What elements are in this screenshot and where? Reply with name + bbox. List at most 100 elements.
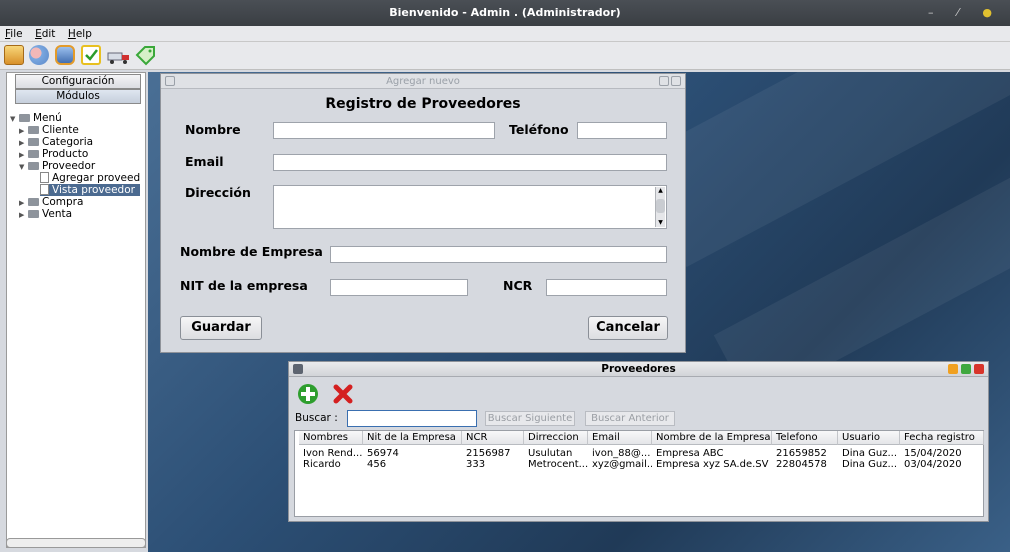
tree-item-venta[interactable]: ▶ Venta xyxy=(19,208,72,220)
database-icon[interactable] xyxy=(55,45,75,65)
table-cell: 03/04/2020 xyxy=(904,459,962,470)
tree-root-label: Menú xyxy=(33,112,62,124)
users-icon[interactable] xyxy=(29,45,49,65)
table-cell: 2156987 xyxy=(466,448,511,459)
expand-icon[interactable]: ▼ xyxy=(10,113,19,125)
horizontal-scrollbar[interactable] xyxy=(6,538,146,548)
window-controls[interactable]: – ⁄ ● xyxy=(928,0,1002,26)
table-cell: Empresa xyz SA.de.SV xyxy=(656,459,769,470)
tree-item-label: Vista proveedor xyxy=(52,184,135,196)
table-cell: Ricardo xyxy=(303,459,341,470)
minimize-icon[interactable] xyxy=(659,76,669,86)
scroll-thumb[interactable] xyxy=(656,199,665,213)
box-icon[interactable] xyxy=(4,45,24,65)
window-menu-icon[interactable] xyxy=(293,364,303,374)
folder-icon xyxy=(28,162,39,170)
tree-item-label: Producto xyxy=(42,148,89,160)
tab-modulos[interactable]: Módulos xyxy=(15,89,141,104)
empresa-label: Nombre de Empresa xyxy=(180,244,323,259)
window-title: Agregar nuevo xyxy=(386,76,460,87)
table-cell: 15/04/2020 xyxy=(904,448,962,459)
main-toolbar xyxy=(0,42,1010,70)
tree-root[interactable]: ▼ Menú xyxy=(10,112,62,124)
tree-item-label: Cliente xyxy=(42,124,79,136)
vertical-scrollbar[interactable]: ▲ ▼ xyxy=(655,187,665,227)
search-input[interactable] xyxy=(347,410,477,427)
suppliers-window: Proveedores Buscar : Buscar Siguiente Bu… xyxy=(288,361,989,522)
table-cell: 22804578 xyxy=(776,459,827,470)
table-cell: 333 xyxy=(466,459,486,470)
tree-item-compra[interactable]: ▶ Compra xyxy=(19,196,83,208)
minimize-icon[interactable] xyxy=(948,364,958,374)
menu-bar: File Edit Help xyxy=(0,26,1010,42)
column-header[interactable]: Fecha registro xyxy=(900,431,984,445)
window-menu-icon[interactable] xyxy=(165,76,175,86)
suppliers-table[interactable]: Nombres Nit de la Empresa NCR Dirreccion… xyxy=(294,430,984,517)
table-cell: Empresa ABC xyxy=(656,448,724,459)
tree-item-vista-proveedor[interactable]: Vista proveedor xyxy=(40,184,140,196)
search-next-button[interactable]: Buscar Siguiente xyxy=(485,411,575,426)
table-cell: Metrocent... xyxy=(528,459,588,470)
column-header[interactable]: Nit de la Empresa xyxy=(363,431,462,445)
window-title-bar: Agregar nuevo xyxy=(161,74,685,89)
tree-item-label: Categoria xyxy=(42,136,94,148)
tree-item-cliente[interactable]: ▶ Cliente xyxy=(19,124,79,136)
column-header[interactable]: Nombres xyxy=(299,431,363,445)
table-cell: xyz@gmail... xyxy=(592,459,652,470)
expand-icon[interactable]: ▶ xyxy=(19,209,28,221)
expand-icon[interactable]: ▼ xyxy=(19,161,28,173)
checklist-icon[interactable] xyxy=(81,45,101,65)
close-icon[interactable]: ● xyxy=(982,6,1002,19)
save-button[interactable]: Guardar xyxy=(180,316,262,340)
close-icon[interactable] xyxy=(671,76,681,86)
app-title: Bienvenido - Admin . (Administrador) xyxy=(389,6,621,19)
close-icon[interactable] xyxy=(974,364,984,374)
empresa-input[interactable] xyxy=(330,246,667,263)
tree-item-producto[interactable]: ▶ Producto xyxy=(19,148,88,160)
tab-configuracion[interactable]: Configuración xyxy=(15,74,141,89)
maximize-icon[interactable] xyxy=(961,364,971,374)
tree-item-label: Venta xyxy=(42,208,73,220)
scroll-down-icon[interactable]: ▼ xyxy=(656,219,665,227)
email-input[interactable] xyxy=(273,154,667,171)
column-header[interactable]: Dirreccion xyxy=(524,431,588,445)
tree-item-label: Agregar proveed xyxy=(52,172,141,184)
document-icon xyxy=(40,184,49,195)
nit-input[interactable] xyxy=(330,279,468,296)
column-header[interactable]: Telefono xyxy=(772,431,838,445)
ncr-label: NCR xyxy=(503,278,533,293)
menu-file[interactable]: File xyxy=(0,26,27,42)
column-header[interactable]: Nombre de la Empresa xyxy=(652,431,772,445)
tree-item-agregar-proveedor[interactable]: Agregar proveed xyxy=(40,172,140,184)
folder-icon xyxy=(28,210,39,218)
ncr-input[interactable] xyxy=(546,279,667,296)
scroll-up-icon[interactable]: ▲ xyxy=(656,187,665,195)
table-cell: 21659852 xyxy=(776,448,827,459)
menu-edit[interactable]: Edit xyxy=(30,26,59,42)
email-label: Email xyxy=(185,154,224,169)
column-header[interactable]: Usuario xyxy=(838,431,900,445)
folder-icon xyxy=(28,198,39,206)
tree-item-proveedor[interactable]: ▼ Proveedor xyxy=(19,160,95,172)
table-cell: Dina Guz... xyxy=(842,448,897,459)
telefono-input[interactable] xyxy=(577,122,667,139)
nombre-input[interactable] xyxy=(273,122,495,139)
window-title-bar: Proveedores xyxy=(289,362,988,377)
tag-icon[interactable] xyxy=(135,45,155,66)
table-cell: Ivon Rend... xyxy=(303,448,363,459)
document-icon xyxy=(40,172,49,183)
truck-icon[interactable] xyxy=(107,45,131,65)
direccion-textarea[interactable]: ▲ ▼ xyxy=(273,185,667,229)
cancel-button[interactable]: Cancelar xyxy=(588,316,668,340)
delete-icon[interactable] xyxy=(332,383,354,408)
add-icon[interactable] xyxy=(297,383,319,408)
menu-help[interactable]: Help xyxy=(63,26,96,42)
nit-label: NIT de la empresa xyxy=(180,278,308,293)
folder-icon xyxy=(28,138,39,146)
tree-item-label: Proveedor xyxy=(42,160,96,172)
search-previous-button[interactable]: Buscar Anterior xyxy=(585,411,675,426)
column-header[interactable]: Email xyxy=(588,431,652,445)
column-header[interactable]: NCR xyxy=(462,431,524,445)
tree-item-categoria[interactable]: ▶ Categoria xyxy=(19,136,93,148)
table-cell: Dina Guz... xyxy=(842,459,897,470)
